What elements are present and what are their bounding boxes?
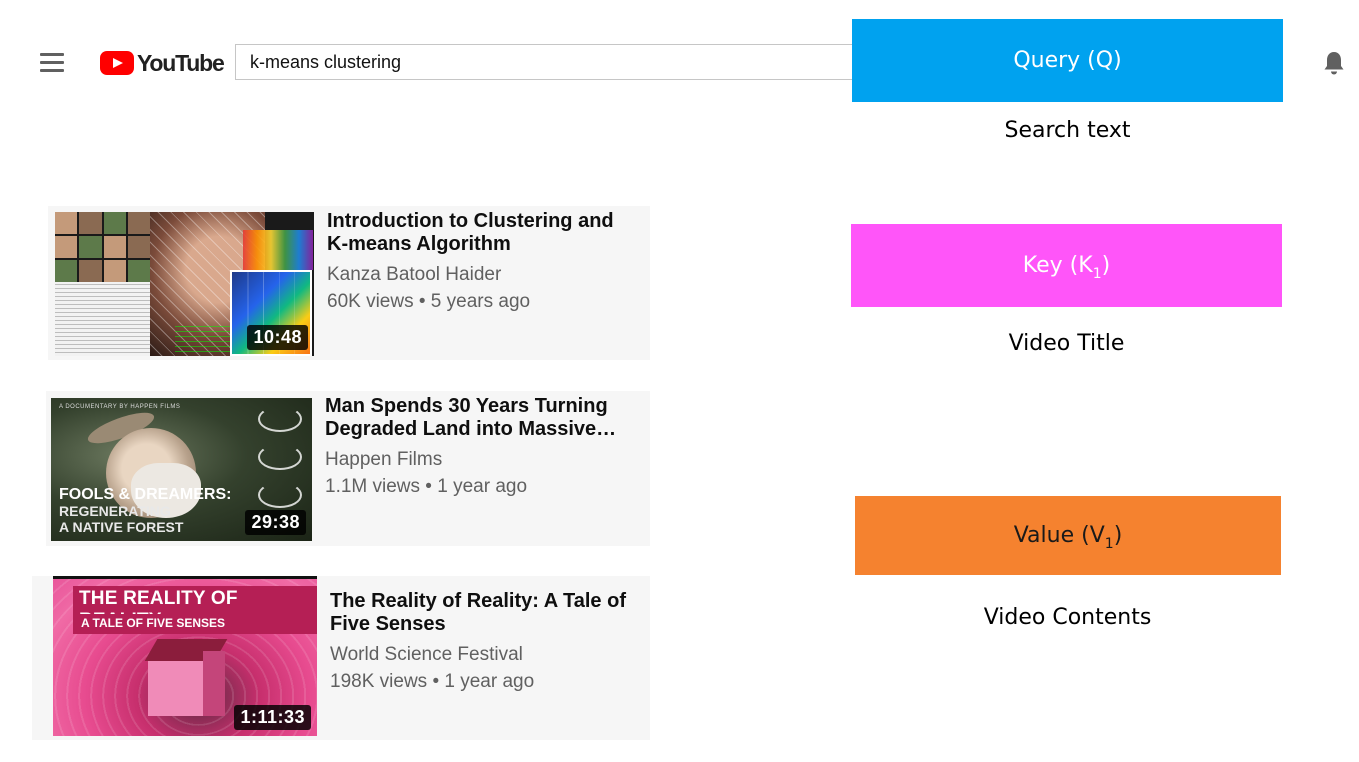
channel-name[interactable]: Happen Films [325,449,640,471]
video-thumbnail[interactable]: A DOCUMENTARY BY HAPPEN FILMS FOOLS & DR… [51,398,312,541]
value-caption: Video Contents [983,605,1152,630]
channel-name[interactable]: Kanza Batool Haider [327,264,637,286]
video-result-card[interactable]: A DOCUMENTARY BY HAPPEN FILMS FOOLS & DR… [46,391,650,546]
award-laurel-icon [258,444,302,470]
youtube-logo[interactable]: YouTube [100,48,225,78]
video-duration-badge: 1:11:33 [234,705,311,730]
thumbnail-title-line: A TALE OF FIVE SENSES [75,614,232,632]
key-label: Key (K1) [1022,253,1111,282]
value-label: Value (V1) [1013,523,1123,552]
hamburger-menu-icon[interactable] [40,53,64,73]
thumbnail-title-line: FOOLS & DREAMERS: [59,486,232,503]
query-label-box: Query (Q) [852,19,1283,102]
award-laurel-icon [258,406,302,432]
thumbnail-title-line: REGENERATING [59,503,171,519]
notification-bell-icon[interactable] [1322,50,1346,76]
youtube-play-icon [100,51,134,75]
video-duration-badge: 10:48 [247,325,308,350]
channel-name[interactable]: World Science Festival [330,644,645,666]
query-caption: Search text [1004,118,1131,143]
video-thumbnail[interactable]: THE REALITY OF REALITY: A TALE OF FIVE S… [53,576,317,736]
value-label-box: Value (V1) [855,496,1281,575]
logo-text: YouTube [137,49,225,76]
video-thumbnail[interactable]: 10:48 [55,212,314,356]
video-title[interactable]: Introduction to Clustering and K-means A… [327,210,637,256]
key-caption: Video Title [1008,331,1125,356]
thumbnail-tag-text: A DOCUMENTARY BY HAPPEN FILMS [59,404,181,410]
video-meta: 60K views • 5 years ago [327,291,531,312]
search-box[interactable] [235,44,875,80]
video-result-card[interactable]: THE REALITY OF REALITY: A TALE OF FIVE S… [32,576,650,740]
video-duration-badge: 29:38 [245,510,306,535]
query-label: Query (Q) [1013,48,1122,73]
award-laurel-icon [258,482,302,508]
key-label-box: Key (K1) [851,224,1282,307]
video-meta: 1.1M views • 1 year ago [325,476,528,497]
video-meta: 198K views • 1 year ago [330,671,535,692]
video-title[interactable]: The Reality of Reality: A Tale of Five S… [330,590,645,636]
video-result-card[interactable]: 10:48 Introduction to Clustering and K-m… [48,206,650,360]
search-input[interactable] [236,45,875,79]
thumbnail-title-line: A NATIVE FOREST [59,519,184,535]
video-title[interactable]: Man Spends 30 Years Turning Degraded Lan… [325,395,640,441]
